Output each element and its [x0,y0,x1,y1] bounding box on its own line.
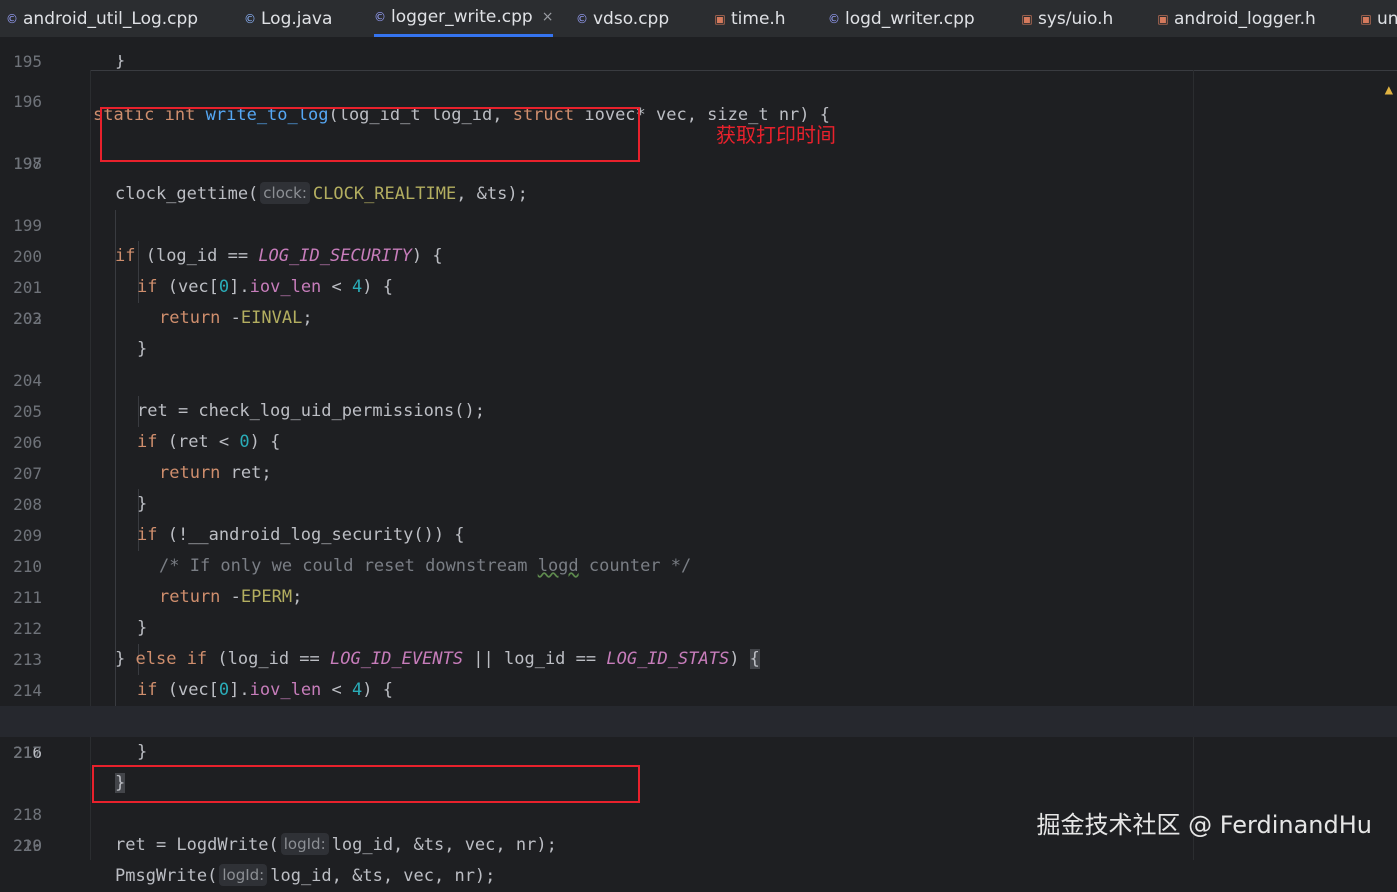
watermark: 掘金技术社区 @ FerdinandHu [1036,811,1372,839]
tab-logger-write-cpp[interactable]: © logger_write.cpp × [374,0,554,37]
code-line[interactable]: 206 return ret; [0,396,1397,483]
current-code-line[interactable]: 216 } [0,706,1397,793]
code-line[interactable]: 213 if (vec[0].iov_len < 4) { [0,613,1397,700]
code-line[interactable]: 217 [0,737,1397,768]
tab-vdso-cpp[interactable]: © vdso.cpp [576,0,669,37]
code-line[interactable]: 202 } [0,272,1397,359]
highlight-box-clock-gettime [100,107,640,162]
parameter-hint: logId: [219,864,268,886]
code-line[interactable]: 204 ret = check_log_uid_permissions(); [0,334,1397,421]
tab-truncated[interactable]: ▣ un [1360,0,1397,37]
code-line[interactable]: 210 return -EPERM; [0,520,1397,607]
code-line[interactable]: 208 if (!__android_log_security()) { [0,458,1397,545]
close-icon[interactable]: × [542,9,554,25]
code-line[interactable]: 212 } else if (log_id == LOG_ID_EVENTS |… [0,582,1397,669]
java-class-icon: © [244,11,256,26]
code-line[interactable]: 215 } [0,675,1397,762]
tab-time-h[interactable]: ▣ time.h [714,0,785,37]
code-line[interactable]: 203 [0,303,1397,334]
code-line[interactable]: 199 if (log_id == LOG_ID_SECURITY) { [0,179,1397,266]
annotation-label: 获取打印时间 [716,123,836,147]
code-line[interactable]: 200 if (vec[0].iov_len < 4) { [0,210,1397,297]
code-line[interactable]: 214 return -EINVAL; [0,644,1397,731]
header-file-icon: ▣ [1157,11,1169,26]
cpp-file-icon: © [828,11,840,26]
tab-logd-writer-cpp[interactable]: © logd_writer.cpp [828,0,975,37]
code-line[interactable]: 205 if (ret < 0) { [0,365,1397,452]
tab-android-util-log-cpp[interactable]: © android_util_Log.cpp [6,0,198,37]
tab-android-logger-h[interactable]: ▣ android_logger.h [1157,0,1315,37]
highlight-box-logd-write [92,765,640,803]
tab-log-java[interactable]: © Log.java [244,0,332,37]
cpp-file-icon: © [576,11,588,26]
code-line[interactable]: 201 return -EINVAL; [0,241,1397,328]
code-line[interactable]: 209 /* If only we could reset downstream… [0,489,1397,576]
tab-sys-uio-h[interactable]: ▣ sys/uio.h [1021,0,1113,37]
header-file-icon: ▣ [1360,11,1372,26]
code-line[interactable]: 207 } [0,427,1397,514]
code-line[interactable]: 211 } [0,551,1397,638]
header-file-icon: ▣ [1021,11,1033,26]
editor-tab-bar: © android_util_Log.cpp © Log.java © logger_… [0,0,1397,38]
cpp-file-icon: © [6,11,18,26]
header-file-icon: ▣ [714,11,726,26]
partial-line: 195 } [13,55,126,70]
cpp-file-icon: © [374,10,386,24]
